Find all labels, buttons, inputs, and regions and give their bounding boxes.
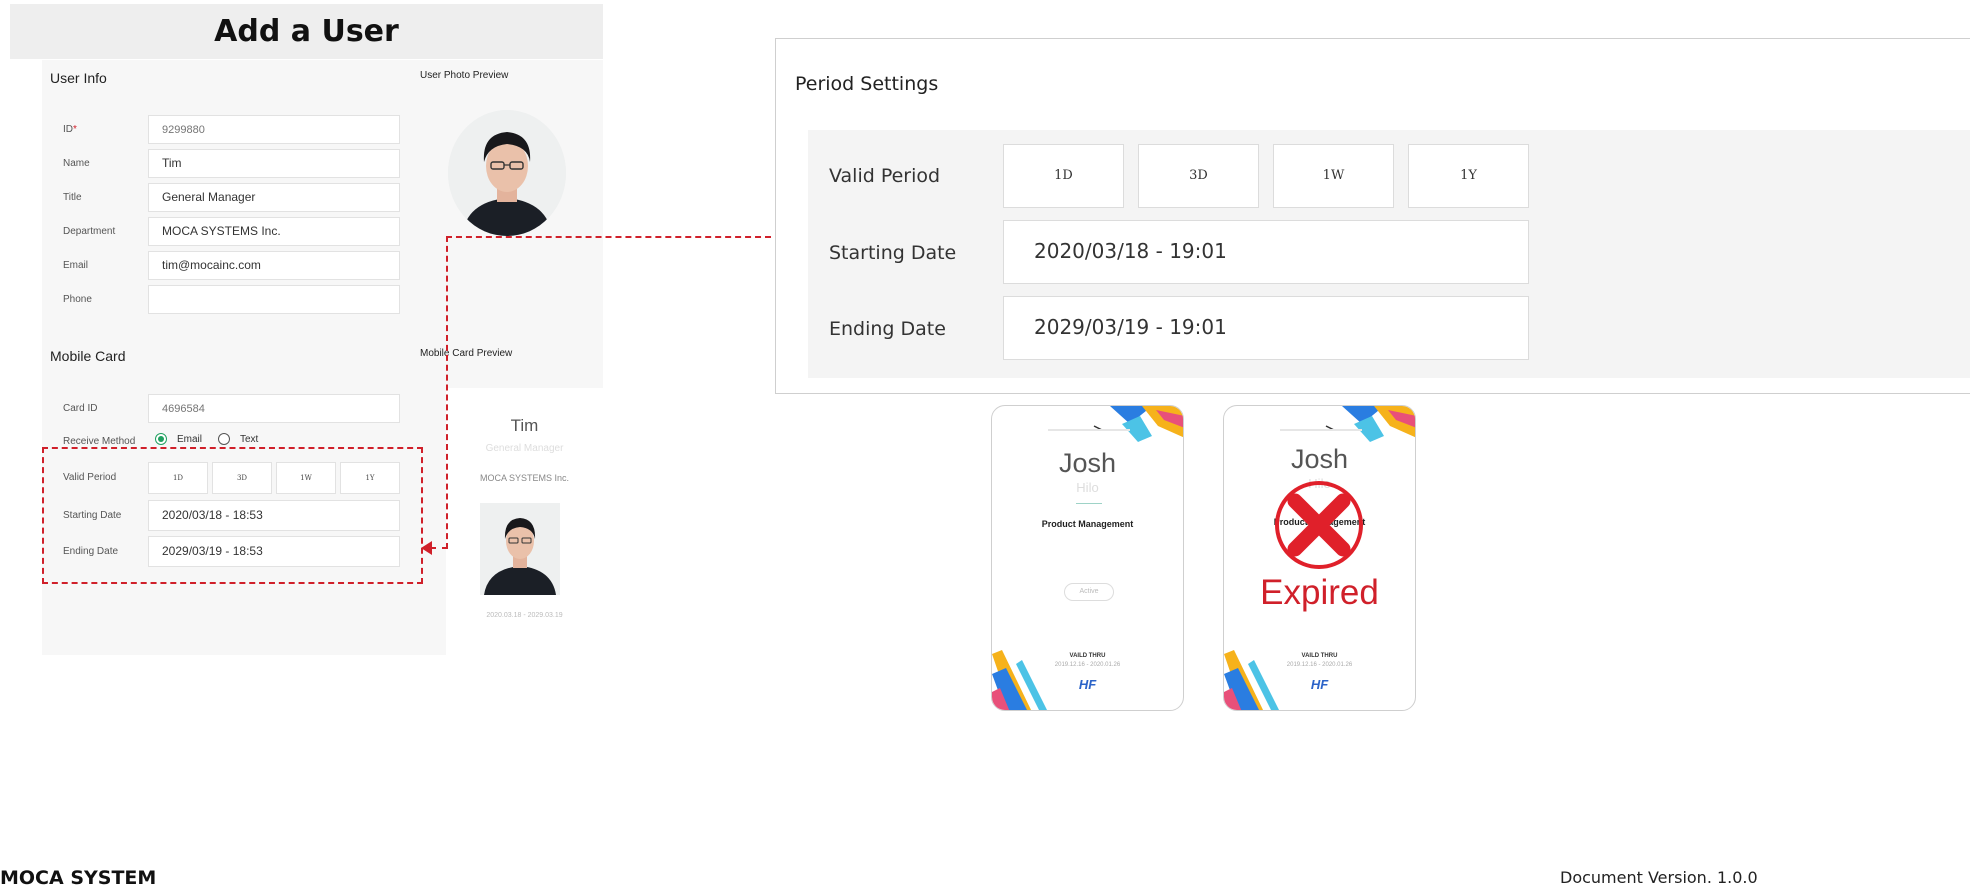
active-card-valid-label: VAILD THRU: [1069, 653, 1106, 659]
zoom-starting-date-label: Starting Date: [829, 242, 957, 264]
expired-card-name: Josh: [1290, 444, 1349, 474]
active-card-status-badge: Active: [1064, 583, 1114, 601]
department-input[interactable]: MOCA SYSTEMS Inc.: [148, 217, 400, 246]
radio-text-label[interactable]: Text: [240, 434, 258, 445]
phone-input[interactable]: [148, 285, 400, 314]
radio-email[interactable]: [155, 433, 167, 445]
expired-card-valid-label: VAILD THRU: [1301, 653, 1338, 659]
person-photo-icon: [480, 503, 560, 595]
zoom-valid-period-label: Valid Period: [829, 165, 941, 187]
zoom-period-1w-button[interactable]: 1W: [1273, 144, 1394, 208]
title-input[interactable]: General Manager: [148, 183, 400, 212]
expired-card-logo: HF: [1310, 677, 1329, 692]
active-card-dates: 2019.12.16 - 2020.01.26: [1054, 662, 1121, 668]
card-id-label: Card ID: [63, 403, 98, 414]
zoom-period-1d-button[interactable]: 1D: [1003, 144, 1124, 208]
radio-email-label[interactable]: Email: [177, 434, 202, 445]
radio-text[interactable]: [218, 433, 230, 445]
zoom-period-3d-button[interactable]: 3D: [1138, 144, 1259, 208]
expired-card-dates: 2019.12.16 - 2020.01.26: [1286, 662, 1353, 668]
user-info-heading: User Info: [50, 70, 107, 86]
preview-name: Tim: [510, 416, 539, 435]
expired-label: Expired: [1260, 573, 1379, 612]
department-label: Department: [63, 226, 116, 237]
person-photo-icon: [448, 110, 566, 236]
footer-brand: MOCA SYSTEM: [0, 867, 157, 889]
active-card-name: Josh: [1058, 448, 1117, 478]
active-card-divider: [1076, 503, 1102, 504]
zoom-starting-date-input[interactable]: 2020/03/18 - 19:01: [1003, 220, 1529, 284]
preview-photo: [480, 503, 560, 595]
page-title: Add a User: [214, 14, 399, 49]
arrow-left-icon: [421, 541, 432, 555]
connector-line-top: [446, 236, 771, 238]
mobile-card-preview-label: Mobile Card Preview: [420, 348, 513, 359]
active-card-department: Product Management: [1041, 519, 1134, 529]
expired-x-icon: [1275, 481, 1363, 569]
zoom-ending-date-input[interactable]: 2029/03/19 - 19:01: [1003, 296, 1529, 360]
zoom-period-1y-button[interactable]: 1Y: [1408, 144, 1529, 208]
card-id-input[interactable]: [148, 394, 400, 423]
connector-line-bottom: [430, 547, 448, 549]
user-photo: [448, 110, 566, 236]
active-card: Josh Hilo Product Management Active VAIL…: [991, 405, 1184, 711]
active-card-logo: HF: [1078, 677, 1097, 692]
email-input[interactable]: tim@mocainc.com: [148, 251, 400, 280]
name-input[interactable]: Tim: [148, 149, 400, 178]
receive-method-label: Receive Method: [63, 436, 136, 447]
phone-label: Phone: [63, 294, 92, 305]
id-input[interactable]: [148, 115, 400, 144]
highlight-box: [42, 447, 423, 584]
zoom-ending-date-label: Ending Date: [829, 318, 946, 340]
footer-version: Document Version. 1.0.0: [1560, 868, 1758, 887]
preview-title: General Manager: [485, 443, 564, 454]
mobile-card-heading: Mobile Card: [50, 348, 126, 364]
period-settings-heading: Period Settings: [795, 73, 939, 95]
connector-line-vertical: [446, 236, 448, 549]
active-card-sub: Hilo: [1076, 480, 1099, 495]
title-label: Title: [63, 192, 82, 203]
name-label: Name: [63, 158, 90, 169]
page-title-bar: Add a User: [10, 4, 603, 59]
id-label: ID*: [63, 124, 77, 135]
preview-company: MOCA SYSTEMS Inc.: [479, 473, 570, 483]
preview-valid-range: 2020.03.18 - 2029.03.19: [486, 612, 563, 619]
user-photo-preview-label: User Photo Preview: [420, 70, 509, 81]
email-label: Email: [63, 260, 89, 271]
